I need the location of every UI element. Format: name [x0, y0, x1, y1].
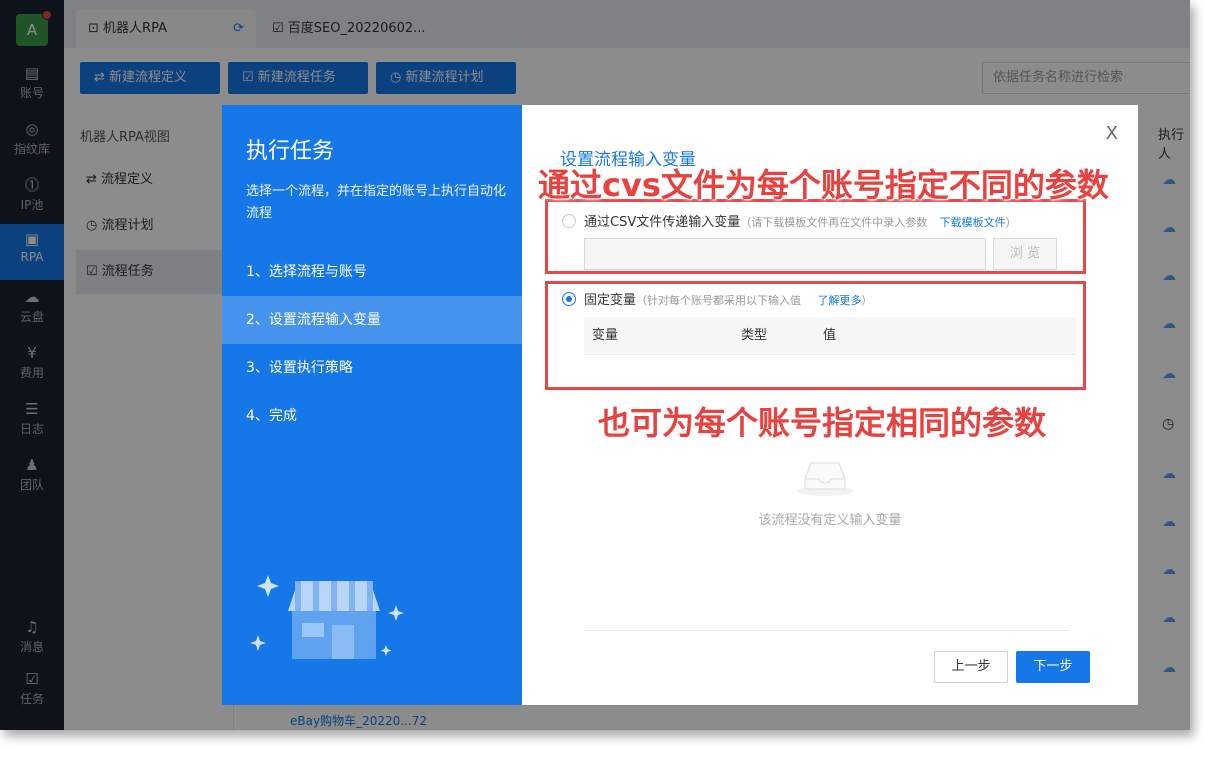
prev-button[interactable]: 上一步	[934, 651, 1008, 683]
step-select-flow[interactable]: 1、选择流程与账号	[222, 248, 522, 296]
close-icon[interactable]: X	[1106, 123, 1118, 144]
csv-highlight-box	[545, 199, 1086, 274]
annotation-csv: 通过cvs文件为每个账号指定不同的参数	[538, 166, 1109, 204]
fixed-highlight-box	[545, 281, 1086, 390]
empty-inbox-icon	[797, 462, 853, 496]
footer-divider	[584, 630, 1069, 631]
annotation-fixed: 也可为每个账号指定相同的参数	[598, 404, 1047, 442]
step-input-variables[interactable]: 2、设置流程输入变量	[222, 296, 522, 344]
modal-description: 选择一个流程，并在指定的账号上执行自动化流程	[246, 184, 507, 221]
step-execution-strategy[interactable]: 3、设置执行策略	[222, 344, 522, 392]
next-button[interactable]: 下一步	[1016, 651, 1090, 683]
shop-illustration-icon	[250, 575, 404, 659]
modal-sidebar: 执行任务 选择一个流程，并在指定的账号上执行自动化流程 1、选择流程与账号 2、…	[222, 105, 522, 705]
modal-title: 执行任务	[246, 139, 335, 164]
empty-message: 该流程没有定义输入变量	[758, 513, 902, 528]
step-finish[interactable]: 4、完成	[222, 392, 522, 440]
app-window: A ▤ 账号 ◎ 指纹库 ⓵ IP池 ▣ RPA ☁ 云盘 ¥ 费用 ☰ 日志	[0, 0, 1190, 730]
